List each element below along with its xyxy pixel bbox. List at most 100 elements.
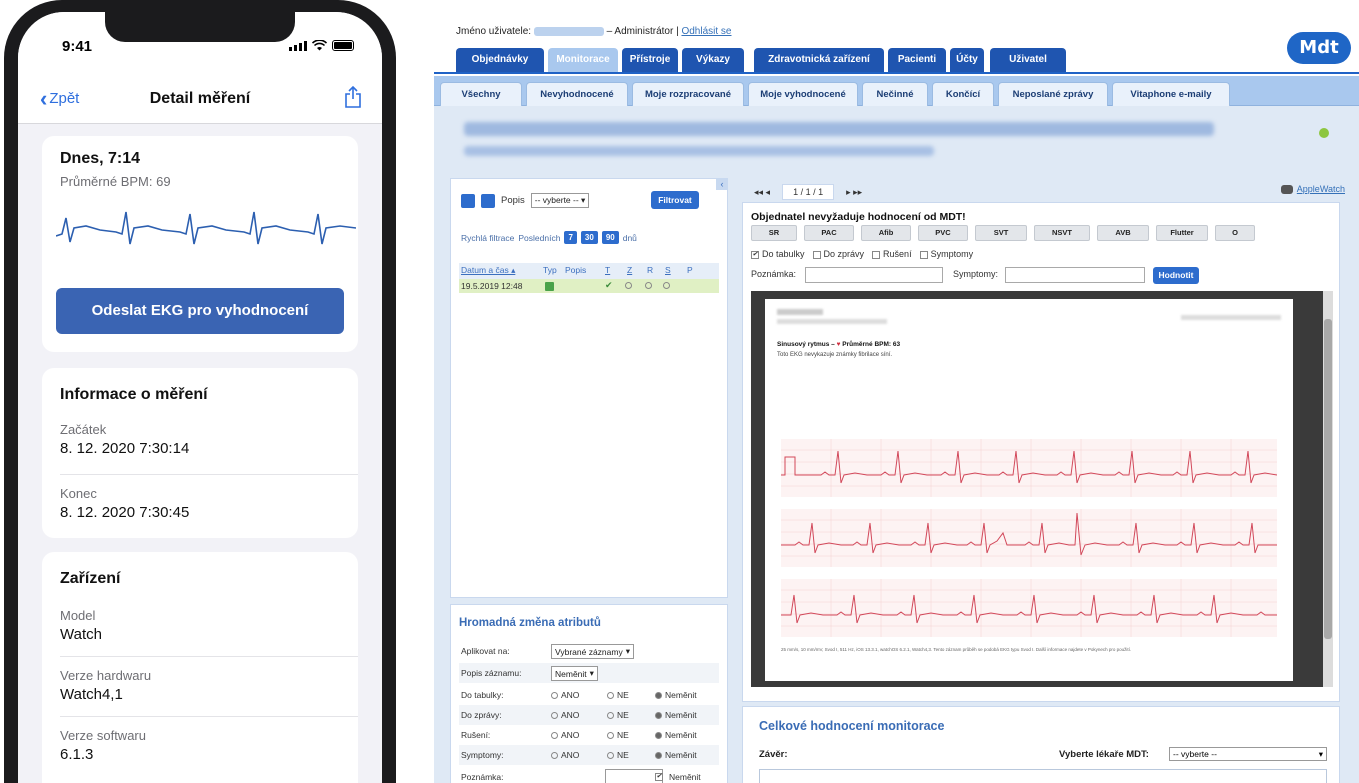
tab-monitoring[interactable]: Monitorace xyxy=(548,48,618,72)
rhythm-sr-button[interactable]: SR xyxy=(751,225,797,241)
first-page-icon[interactable]: ◂◂ ◂ xyxy=(754,187,770,198)
opt-keep[interactable]: Neměnit xyxy=(655,750,697,760)
quick-30-button[interactable]: 30 xyxy=(580,231,598,244)
check-report[interactable]: Do zprávy xyxy=(812,249,864,259)
popis-select[interactable]: -- vyberte -- ▾ xyxy=(530,193,590,208)
note-label: Poznámka: xyxy=(751,269,797,279)
check-symptoms[interactable]: Symptomy xyxy=(919,249,973,259)
col-z[interactable]: Z xyxy=(627,265,632,275)
ecg-pdf-viewer[interactable]: Sinusový rytmus – ♥ Průměrné BPM: 63 Tot… xyxy=(751,291,1333,687)
tab-devices[interactable]: Přístroje xyxy=(622,48,678,72)
symptoms-input[interactable] xyxy=(1005,267,1145,283)
check-table[interactable]: ✔ Do tabulky xyxy=(751,249,805,259)
subtab-all[interactable]: Všechny xyxy=(440,82,522,106)
send-ecg-button[interactable]: Odeslat EKG pro vyhodnocení xyxy=(56,288,344,334)
opt-yes[interactable]: ANO xyxy=(551,730,579,740)
hw-label: Verze hardwaru xyxy=(60,668,152,683)
viewer-scrollbar[interactable] xyxy=(1323,291,1333,687)
radio-s[interactable] xyxy=(663,282,670,289)
share-icon[interactable] xyxy=(344,86,362,108)
opt-no[interactable]: NE xyxy=(607,710,629,720)
row-label: Rušení: xyxy=(461,730,491,740)
subtab-unevaluated[interactable]: Nevyhodnocené xyxy=(526,82,628,106)
tab-orders[interactable]: Objednávky xyxy=(456,48,544,72)
check-noise[interactable]: Rušení xyxy=(872,249,912,259)
monitoring-heading-redacted xyxy=(464,122,1214,136)
subtab-ending[interactable]: Končící xyxy=(932,82,994,106)
rhythm-pac-button[interactable]: PAC xyxy=(804,225,854,241)
tab-users[interactable]: Uživatel xyxy=(990,48,1066,72)
col-date[interactable]: Datum a čas ▴ xyxy=(461,265,515,276)
col-desc: Popis xyxy=(565,265,587,275)
table-row[interactable]: 19.5.2019 12:48 ✔ xyxy=(459,279,719,293)
watch-icon xyxy=(1280,184,1293,194)
opt-no[interactable]: NE xyxy=(607,730,629,740)
tab-accounts[interactable]: Účty xyxy=(950,48,984,72)
quick-90-button[interactable]: 90 xyxy=(601,231,619,244)
record-date-redacted xyxy=(1181,315,1281,320)
subtab-unsent[interactable]: Neposlané zprávy xyxy=(998,82,1108,106)
subtab-inactive[interactable]: Nečinné xyxy=(862,82,928,106)
note-keep-checkbox[interactable]: ✔ Neměnit xyxy=(655,772,701,782)
row-label: Symptomy: xyxy=(461,750,504,760)
note-input[interactable] xyxy=(805,267,943,283)
col-type: Typ xyxy=(543,265,557,275)
rhythm-other-button[interactable]: O xyxy=(1215,225,1255,241)
opt-yes[interactable]: ANO xyxy=(551,710,579,720)
rhythm-flutter-button[interactable]: Flutter xyxy=(1156,225,1208,241)
ecg-description: Toto EKG nevykazuje známky fibrilace sín… xyxy=(777,352,893,358)
doctor-select[interactable]: -- vyberte -- ▾ xyxy=(1169,747,1327,761)
patient-info-redacted xyxy=(777,319,887,324)
filter-button[interactable]: Filtrovat xyxy=(651,191,699,209)
note-label: Poznámka: xyxy=(461,772,504,782)
divider xyxy=(60,474,358,475)
rhythm-pvc-button[interactable]: PVC xyxy=(918,225,968,241)
avg-bpm: Průměrné BPM: 69 xyxy=(60,174,171,189)
opt-yes[interactable]: ANO xyxy=(551,690,579,700)
ecg-rhythm: Sinusový rytmus – ♥ Průměrné BPM: 63 xyxy=(777,341,900,348)
signal-icon xyxy=(289,41,307,51)
tab-patients[interactable]: Pacienti xyxy=(888,48,946,72)
rhythm-svt-button[interactable]: SVT xyxy=(975,225,1027,241)
radio-r[interactable] xyxy=(645,282,652,289)
opt-keep[interactable]: Neměnit xyxy=(655,730,697,740)
list-icon[interactable] xyxy=(481,193,495,208)
filter-icon[interactable] xyxy=(461,193,475,208)
col-t[interactable]: T xyxy=(605,265,610,275)
subtab-my-in-progress[interactable]: Moje rozpracované xyxy=(632,82,744,106)
measurement-card: Dnes, 7:14 Průměrné BPM: 69 Odeslat EKG … xyxy=(42,136,358,352)
tab-reports[interactable]: Výkazy xyxy=(682,48,744,72)
scrollbar-thumb[interactable] xyxy=(1324,319,1332,639)
opt-keep[interactable]: Neměnit xyxy=(655,710,697,720)
collapse-icon[interactable]: ‹ xyxy=(716,178,728,190)
subtab-my-evaluated[interactable]: Moje vyhodnocené xyxy=(748,82,858,106)
mass-change-panel: Hromadná změna atributů Aplikovat na: Vy… xyxy=(450,604,728,783)
divider xyxy=(60,656,358,657)
rate-button[interactable]: Hodnotit xyxy=(1153,267,1199,284)
status-time: 9:41 xyxy=(62,38,93,55)
battery-icon xyxy=(332,40,354,51)
doctor-label: Vyberte lékaře MDT: xyxy=(1059,749,1149,760)
quick-7-button[interactable]: 7 xyxy=(564,231,577,244)
rhythm-afib-button[interactable]: Afib xyxy=(861,225,911,241)
tab-facilities[interactable]: Zdravotnická zařízení xyxy=(754,48,884,72)
applewatch-link[interactable]: AppleWatch xyxy=(1280,184,1345,194)
opt-yes[interactable]: ANO xyxy=(551,750,579,760)
opt-no[interactable]: NE xyxy=(607,690,629,700)
divider xyxy=(60,716,358,717)
rhythm-nsvt-button[interactable]: NSVT xyxy=(1034,225,1090,241)
overall-evaluation-panel: Celkové hodnocení monitorace Závěr: Vybe… xyxy=(742,706,1340,783)
apply-select[interactable]: Vybrané záznamy ▾ xyxy=(551,644,634,659)
opt-no[interactable]: NE xyxy=(607,750,629,760)
conclusion-textarea[interactable] xyxy=(759,769,1327,783)
rhythm-avb-button[interactable]: AVB xyxy=(1097,225,1149,241)
logout-link[interactable]: Odhlásit se xyxy=(681,26,731,37)
col-s[interactable]: S xyxy=(665,265,671,275)
radio-z[interactable] xyxy=(625,282,632,289)
desc-select[interactable]: Neměnit ▾ xyxy=(551,666,598,681)
bpm-text: Průměrné BPM: 63 xyxy=(842,341,901,348)
subtab-vitaphone[interactable]: Vitaphone e-maily xyxy=(1112,82,1230,106)
opt-keep[interactable]: Neměnit xyxy=(655,690,697,700)
next-page-icon[interactable]: ▸ ▸▸ xyxy=(846,187,862,198)
desc-row: Popis záznamu: Neměnit ▾ xyxy=(459,663,719,683)
